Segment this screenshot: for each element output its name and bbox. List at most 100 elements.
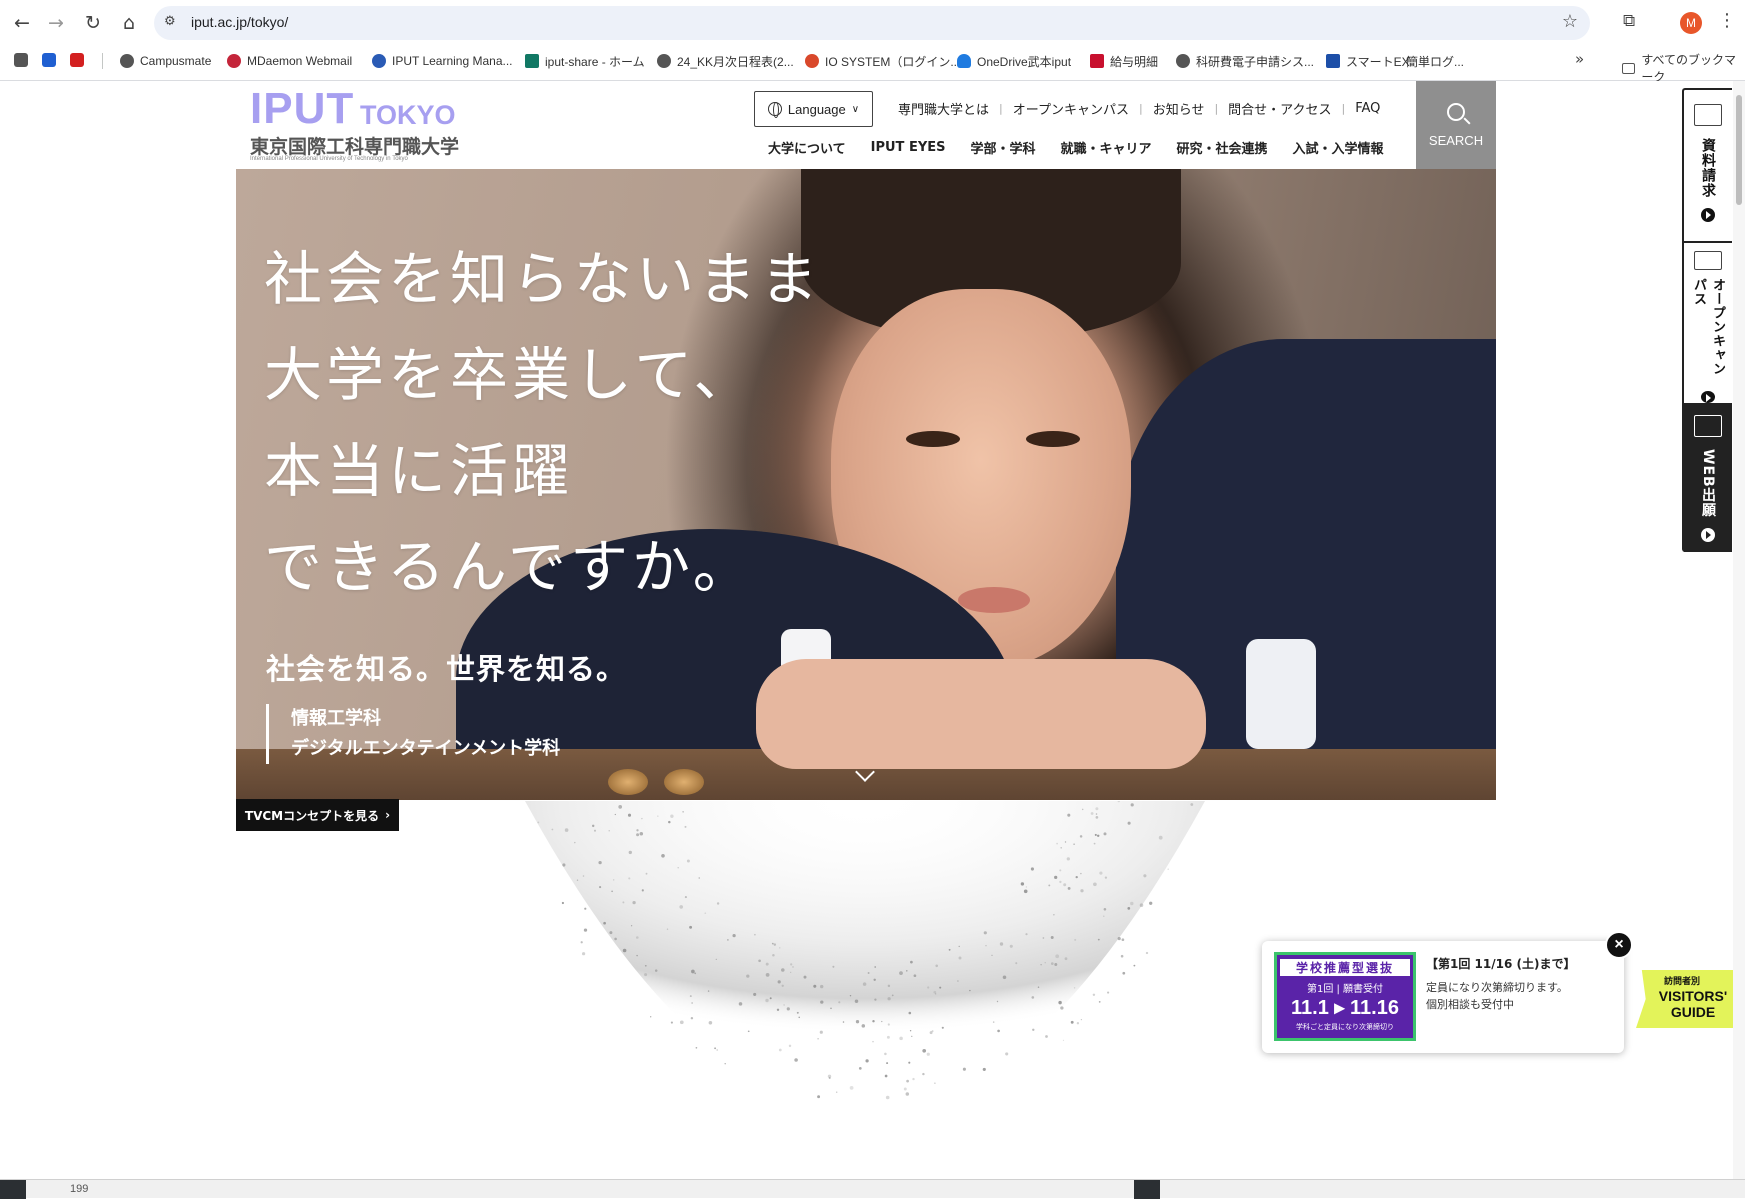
scrollbar-thumb[interactable]	[1736, 95, 1742, 205]
address-bar[interactable]: ⚙ iput.ac.jp/tokyo/ ☆	[154, 6, 1590, 40]
recommendation-banner[interactable]: 学校推薦型選抜 第1回 | 願書受付 11.1 ▸ 11.16 学科ごと定員にな…	[1274, 952, 1416, 1041]
bookmark-app-icon[interactable]	[14, 53, 28, 67]
main-nav-iput-eyes[interactable]: IPUT EYES	[871, 140, 946, 155]
site-info-icon[interactable]: ⚙	[164, 14, 182, 32]
main-nav-research[interactable]: 研究・社会連携	[1177, 138, 1268, 157]
bookmark-item[interactable]: 24_KK月次日程表(2...	[657, 51, 794, 71]
particle-dot	[691, 1002, 693, 1004]
bookmark-item[interactable]: OneDrive武本iput	[957, 51, 1071, 71]
bookmark-star-icon[interactable]: ☆	[1562, 11, 1578, 32]
particle-dot	[694, 972, 697, 975]
particle-dot	[922, 1072, 925, 1076]
site-logo[interactable]: IPUT TOKYO 東京国際工科専門職大学 International Pro…	[250, 84, 460, 166]
particle-dot	[912, 1077, 915, 1081]
particle-dot	[820, 984, 824, 989]
bookmark-item[interactable]: 給与明細	[1090, 51, 1158, 71]
all-bookmarks-button[interactable]: すべてのブックマーク	[1622, 51, 1745, 85]
particle-dot	[708, 1021, 713, 1025]
home-icon[interactable]: ⌂	[115, 9, 143, 37]
browser-menu-icon[interactable]: ⋮	[1718, 10, 1736, 31]
search-label: SEARCH	[1428, 132, 1484, 148]
particle-dot	[832, 965, 835, 968]
particle-dot	[698, 877, 700, 879]
particle-dot	[1073, 843, 1075, 845]
particle-dot	[820, 1000, 824, 1004]
main-nav-departments[interactable]: 学部・学科	[970, 138, 1035, 157]
particle-dot	[1025, 933, 1028, 936]
particle-dot	[1122, 971, 1126, 975]
particle-dot	[830, 1007, 832, 1010]
search-button[interactable]: SEARCH	[1416, 81, 1496, 169]
side-tab-open-campus[interactable]: オープンキャンパス	[1684, 243, 1732, 403]
particle-dot	[598, 860, 602, 865]
utility-nav: 専門職大学とは | オープンキャンパス | お知らせ | 問合せ・アクセス | FAQ	[888, 98, 1390, 118]
bookmark-item[interactable]: 簡単ログ...	[1406, 51, 1464, 71]
particle-dot	[650, 1016, 652, 1018]
particle-dot	[969, 989, 971, 992]
particle-dot	[599, 886, 602, 889]
bookmark-item[interactable]: MDaemon Webmail	[227, 51, 352, 71]
particle-dot	[758, 959, 761, 963]
taskbar-block	[0, 1180, 26, 1199]
particle-dot	[1050, 936, 1054, 939]
extensions-icon[interactable]: ⧉	[1623, 11, 1645, 33]
bookmark-app-icon[interactable]	[42, 53, 56, 67]
banner-title: 学校推薦型選抜	[1280, 959, 1410, 976]
particle-dot	[891, 994, 894, 997]
side-tab-request-materials[interactable]: 資料請求	[1684, 90, 1732, 240]
popup-close-button[interactable]: ×	[1605, 931, 1633, 959]
browser-toolbar: ← → ↻ ⌂ ⚙ iput.ac.jp/tokyo/ ☆ ⧉ M ⋮	[0, 0, 1745, 46]
util-nav-news[interactable]: お知らせ	[1143, 99, 1215, 118]
tvcm-concept-button[interactable]: TVCMコンセプトを見る ›	[236, 799, 399, 831]
main-nav-career[interactable]: 就職・キャリア	[1061, 138, 1152, 157]
particle-globe-graphic	[525, 801, 1205, 1111]
particle-dot	[627, 813, 632, 817]
particle-dot	[716, 902, 720, 905]
main-nav-about[interactable]: 大学について	[768, 138, 846, 157]
particle-dot	[668, 820, 671, 824]
particle-dot	[1030, 867, 1034, 871]
bookmark-item[interactable]: IPUT Learning Mana...	[372, 51, 513, 71]
particle-dot	[636, 954, 638, 957]
particle-dot	[537, 821, 540, 824]
tvcm-label: TVCMコンセプトを見る	[244, 808, 380, 823]
particle-dot	[608, 830, 610, 832]
particle-dot	[887, 997, 891, 1001]
language-button[interactable]: Language ∨	[754, 91, 873, 127]
util-nav-open-campus[interactable]: オープンキャンパス	[1003, 99, 1139, 118]
bookmark-item[interactable]: Campusmate	[120, 51, 211, 71]
profile-avatar[interactable]: M	[1680, 12, 1702, 34]
particle-dot	[1037, 986, 1040, 988]
department-label: デジタルエンタテインメント学科	[291, 738, 561, 759]
main-nav-admissions[interactable]: 入試・入学情報	[1293, 138, 1384, 157]
particle-dot	[679, 1020, 684, 1025]
particle-dot	[1045, 1035, 1048, 1038]
bookmarks-overflow-icon[interactable]: »	[1575, 50, 1584, 68]
bookmark-app-icon[interactable]	[70, 53, 84, 67]
particle-dot	[632, 900, 636, 905]
util-nav-contact[interactable]: 問合せ・アクセス	[1218, 99, 1341, 118]
page-scrollbar[interactable]	[1733, 81, 1745, 1179]
particle-dot	[1139, 903, 1144, 907]
bookmark-item[interactable]: 科研費電子申請シス...	[1176, 51, 1314, 71]
back-icon[interactable]: ←	[8, 9, 36, 37]
url-text[interactable]: iput.ac.jp/tokyo/	[191, 14, 288, 30]
particle-dot	[1048, 884, 1051, 887]
bookmark-item[interactable]: iput-share - ホーム	[525, 51, 645, 71]
particle-dot	[1023, 889, 1028, 894]
util-nav-faq[interactable]: FAQ	[1345, 101, 1390, 116]
bookmark-item[interactable]: IO SYSTEM（ログイン...	[805, 51, 960, 71]
util-nav-about-professional[interactable]: 専門職大学とは	[888, 99, 999, 118]
all-bookmarks-label: すべてのブックマーク	[1641, 53, 1737, 84]
bookmark-label: 24_KK月次日程表(2...	[677, 54, 794, 69]
forward-icon[interactable]: →	[42, 9, 70, 37]
bookmark-item[interactable]: スマートEX	[1326, 51, 1410, 71]
particle-dot	[727, 939, 729, 941]
reload-icon[interactable]: ↻	[79, 9, 107, 37]
particle-dot	[562, 863, 566, 867]
visitors-guide-button[interactable]: 訪問者別 VISITORS' GUIDE	[1636, 970, 1733, 1028]
particle-dot	[884, 1052, 887, 1056]
particle-dot	[906, 1079, 909, 1083]
admissions-popup[interactable]: 学校推薦型選抜 第1回 | 願書受付 11.1 ▸ 11.16 学科ごと定員にな…	[1262, 941, 1624, 1053]
side-tab-web-application[interactable]: WEB出願	[1684, 405, 1732, 552]
